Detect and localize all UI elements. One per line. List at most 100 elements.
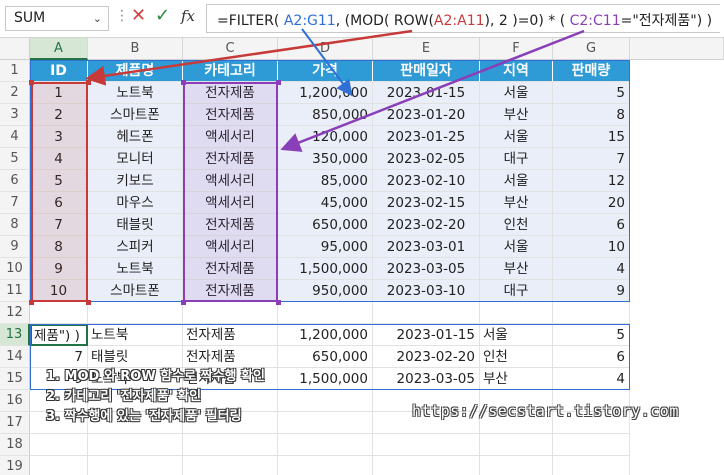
table-cell[interactable]: 2: [30, 104, 88, 126]
table-cell[interactable]: 4: [30, 148, 88, 170]
formula-input[interactable]: =FILTER( A2:G11, (MOD( ROW(A2:A11), 2 )=…: [206, 4, 720, 33]
table-cell[interactable]: 전자제품: [183, 214, 278, 236]
empty-cell[interactable]: [30, 456, 88, 475]
table-cell[interactable]: 모니터: [88, 148, 183, 170]
result-cell[interactable]: 전자제품: [183, 324, 278, 346]
empty-cell[interactable]: [88, 434, 183, 456]
row-header[interactable]: 6: [0, 170, 30, 192]
table-cell[interactable]: 350,000: [278, 148, 373, 170]
table-cell[interactable]: 전자제품: [183, 148, 278, 170]
range-handle[interactable]: [276, 300, 281, 305]
insert-function-icon[interactable]: fx: [181, 7, 195, 25]
row-header[interactable]: 5: [0, 148, 30, 170]
result-cell[interactable]: 6: [553, 346, 630, 368]
table-header-cell[interactable]: ID: [30, 60, 88, 82]
table-cell[interactable]: 5: [553, 82, 630, 104]
table-header-cell[interactable]: 판매일자: [373, 60, 480, 82]
table-cell[interactable]: 키보드: [88, 170, 183, 192]
table-cell[interactable]: 서울: [480, 82, 553, 104]
result-cell[interactable]: 4: [553, 368, 630, 390]
result-cell[interactable]: 650,000: [278, 346, 373, 368]
result-cell[interactable]: 2023-01-15: [373, 324, 480, 346]
table-cell[interactable]: 12: [553, 170, 630, 192]
table-cell[interactable]: 2023-01-25: [373, 126, 480, 148]
table-cell[interactable]: 85,000: [278, 170, 373, 192]
table-cell[interactable]: 서울: [480, 170, 553, 192]
table-cell[interactable]: 부산: [480, 192, 553, 214]
row-header[interactable]: 2: [0, 82, 30, 104]
more-options-icon[interactable]: ⋮: [115, 8, 129, 24]
table-cell[interactable]: 4: [553, 258, 630, 280]
empty-cell[interactable]: [553, 302, 630, 324]
empty-cell[interactable]: [553, 456, 630, 475]
table-cell[interactable]: 3: [30, 126, 88, 148]
result-cell[interactable]: 5: [553, 324, 630, 346]
table-cell[interactable]: 1,500,000: [278, 258, 373, 280]
range-handle[interactable]: [29, 300, 34, 305]
result-cell[interactable]: 서울: [480, 324, 553, 346]
table-cell[interactable]: 대구: [480, 148, 553, 170]
row-header[interactable]: 9: [0, 236, 30, 258]
table-cell[interactable]: 9: [30, 258, 88, 280]
row-header[interactable]: 1: [0, 60, 30, 82]
row-header[interactable]: 13: [0, 324, 30, 346]
table-cell[interactable]: 6: [553, 214, 630, 236]
empty-cell[interactable]: [183, 434, 278, 456]
empty-cell[interactable]: [373, 456, 480, 475]
table-cell[interactable]: 액세서리: [183, 236, 278, 258]
table-header-cell[interactable]: 가격: [278, 60, 373, 82]
table-cell[interactable]: 7: [30, 214, 88, 236]
table-cell[interactable]: 650,000: [278, 214, 373, 236]
table-cell[interactable]: 2023-01-15: [373, 82, 480, 104]
table-cell[interactable]: 2023-03-10: [373, 280, 480, 302]
table-cell[interactable]: 950,000: [278, 280, 373, 302]
table-cell[interactable]: 120,000: [278, 126, 373, 148]
table-cell[interactable]: 스마트폰: [88, 280, 183, 302]
table-cell[interactable]: 10: [30, 280, 88, 302]
result-cell[interactable]: 전자제품: [183, 346, 278, 368]
table-header-cell[interactable]: 제품명: [88, 60, 183, 82]
table-cell[interactable]: 스마트폰: [88, 104, 183, 126]
table-cell[interactable]: 1: [30, 82, 88, 104]
table-cell[interactable]: 8: [553, 104, 630, 126]
table-cell[interactable]: 부산: [480, 258, 553, 280]
chevron-down-icon[interactable]: ⌄: [93, 12, 102, 25]
empty-cell[interactable]: [278, 302, 373, 324]
column-header-e[interactable]: E: [373, 38, 480, 60]
range-handle[interactable]: [29, 80, 34, 85]
row-header[interactable]: 19: [0, 456, 30, 475]
result-cell[interactable]: 1,200,000: [278, 324, 373, 346]
cancel-icon[interactable]: ✕: [131, 5, 146, 26]
table-cell[interactable]: 서울: [480, 126, 553, 148]
table-cell[interactable]: 전자제품: [183, 104, 278, 126]
table-cell[interactable]: 부산: [480, 104, 553, 126]
table-cell[interactable]: 6: [30, 192, 88, 214]
row-header[interactable]: 15: [0, 368, 30, 390]
table-cell[interactable]: 95,000: [278, 236, 373, 258]
table-cell[interactable]: 마우스: [88, 192, 183, 214]
row-header[interactable]: 8: [0, 214, 30, 236]
table-cell[interactable]: 스피커: [88, 236, 183, 258]
empty-cell[interactable]: [88, 302, 183, 324]
table-cell[interactable]: 45,000: [278, 192, 373, 214]
empty-cell[interactable]: [88, 456, 183, 475]
table-cell[interactable]: 9: [553, 280, 630, 302]
table-cell[interactable]: 서울: [480, 236, 553, 258]
table-cell[interactable]: 액세서리: [183, 170, 278, 192]
row-header[interactable]: 7: [0, 192, 30, 214]
empty-cell[interactable]: [278, 434, 373, 456]
table-cell[interactable]: 헤드폰: [88, 126, 183, 148]
column-header-d[interactable]: D: [278, 38, 373, 60]
table-cell[interactable]: 2023-02-10: [373, 170, 480, 192]
result-cell[interactable]: 노트북: [88, 324, 183, 346]
table-cell[interactable]: 노트북: [88, 258, 183, 280]
empty-cell[interactable]: [480, 434, 553, 456]
empty-cell[interactable]: [30, 434, 88, 456]
row-header[interactable]: 10: [0, 258, 30, 280]
result-cell[interactable]: 부산: [480, 368, 553, 390]
column-header-b[interactable]: B: [88, 38, 183, 60]
table-header-cell[interactable]: 카테고리: [183, 60, 278, 82]
table-cell[interactable]: 액세서리: [183, 192, 278, 214]
empty-cell[interactable]: [480, 456, 553, 475]
empty-cell[interactable]: [373, 302, 480, 324]
